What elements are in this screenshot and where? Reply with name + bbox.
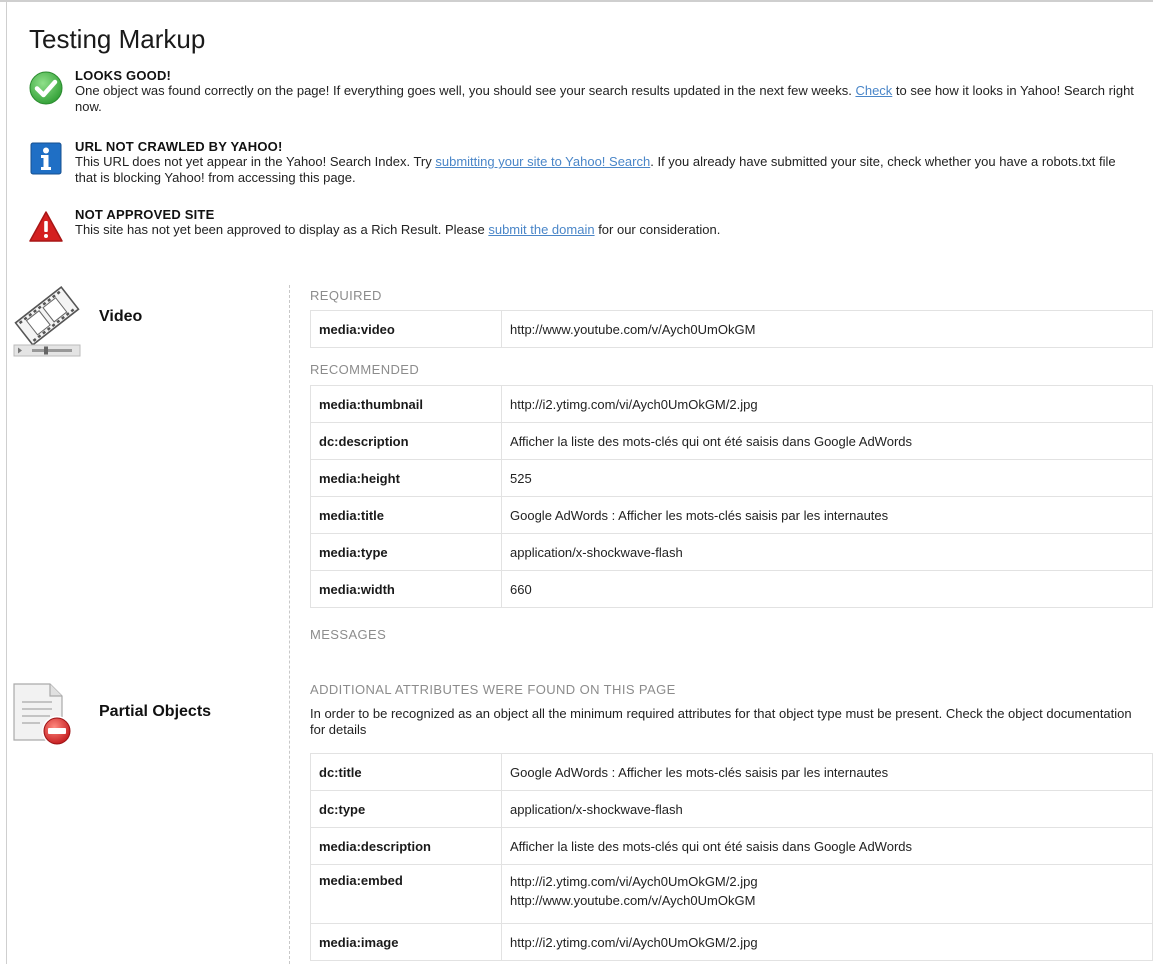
recommended-attributes-table: media:thumbnail http://i2.ytimg.com/vi/A… [310, 385, 1153, 608]
notice-message: This URL does not yet appear in the Yaho… [75, 154, 1116, 185]
info-icon [28, 141, 66, 179]
notice-url-not-crawled: URL NOT CRAWLED BY YAHOO! This URL does … [28, 139, 1138, 185]
attribute-value: 660 [501, 570, 1153, 608]
top-border [0, 0, 1153, 2]
table-row: media:description Afficher la liste des … [310, 827, 1153, 865]
attribute-key: media:embed [310, 864, 502, 924]
table-row: dc:type application/x-shockwave-flash [310, 790, 1153, 828]
heading-recommended: RECOMMENDED [310, 362, 420, 377]
attribute-key: media:image [310, 923, 502, 961]
table-row: media:height 525 [310, 459, 1153, 497]
warning-icon [28, 209, 66, 247]
check-icon [28, 70, 66, 108]
partial-objects-description: In order to be recognized as an object a… [310, 706, 1132, 737]
submit-domain-link[interactable]: submit the domain [488, 222, 594, 237]
notice-title: URL NOT CRAWLED BY YAHOO! [75, 139, 283, 154]
attribute-value: http://i2.ytimg.com/vi/Aych0UmOkGM/2.jpg [501, 923, 1153, 961]
table-row: media:type application/x-shockwave-flash [310, 533, 1153, 571]
left-border [6, 2, 7, 964]
attribute-value: Afficher la liste des mots-clés qui ont … [501, 422, 1153, 460]
attribute-value: Google AdWords : Afficher les mots-clés … [501, 496, 1153, 534]
submit-site-link[interactable]: submitting your site to Yahoo! Search [435, 154, 650, 169]
film-icon [12, 284, 82, 365]
table-row: media:width 660 [310, 570, 1153, 608]
section-divider [289, 285, 290, 964]
heading-messages: MESSAGES [310, 627, 387, 642]
table-row: dc:description Afficher la liste des mot… [310, 422, 1153, 460]
required-attributes-table: media:video http://www.youtube.com/v/Ayc… [310, 310, 1153, 348]
notice-message: This site has not yet been approved to d… [75, 222, 721, 237]
notice-not-approved: NOT APPROVED SITE This site has not yet … [28, 207, 1138, 247]
attribute-key: media:video [310, 310, 502, 348]
table-row: media:title Google AdWords : Afficher le… [310, 496, 1153, 534]
attribute-value: application/x-shockwave-flash [501, 533, 1153, 571]
heading-additional-attributes: ADDITIONAL ATTRIBUTES WERE FOUND ON THIS… [310, 682, 676, 697]
attribute-value-line: http://www.youtube.com/v/Aych0UmOkGM [510, 893, 756, 908]
attribute-key: dc:title [310, 753, 502, 791]
attribute-value: 525 [501, 459, 1153, 497]
attribute-value: http://www.youtube.com/v/Aych0UmOkGM [501, 310, 1153, 348]
notice-title: NOT APPROVED SITE [75, 207, 215, 222]
table-row: media:thumbnail http://i2.ytimg.com/vi/A… [310, 385, 1153, 423]
table-row: media:video http://www.youtube.com/v/Ayc… [310, 310, 1153, 348]
check-link[interactable]: Check [855, 83, 892, 98]
attribute-value: application/x-shockwave-flash [501, 790, 1153, 828]
heading-required: REQUIRED [310, 288, 382, 303]
table-row: dc:title Google AdWords : Afficher les m… [310, 753, 1153, 791]
attribute-key: dc:type [310, 790, 502, 828]
attribute-key: media:height [310, 459, 502, 497]
attribute-key: media:thumbnail [310, 385, 502, 423]
section-label-partial-objects: Partial Objects [99, 703, 212, 720]
document-blocked-icon [10, 680, 76, 755]
section-label-video: Video [99, 308, 143, 325]
partial-attributes-table: dc:title Google AdWords : Afficher les m… [310, 753, 1153, 961]
table-row: media:image http://i2.ytimg.com/vi/Aych0… [310, 923, 1153, 961]
attribute-value-line: http://i2.ytimg.com/vi/Aych0UmOkGM/2.jpg [510, 874, 758, 889]
attribute-value: http://i2.ytimg.com/vi/Aych0UmOkGM/2.jpg [501, 385, 1153, 423]
attribute-value: Afficher la liste des mots-clés qui ont … [501, 827, 1153, 865]
attribute-key: media:type [310, 533, 502, 571]
notice-message: One object was found correctly on the pa… [75, 83, 1134, 114]
attribute-value: http://i2.ytimg.com/vi/Aych0UmOkGM/2.jpg… [501, 864, 1153, 924]
attribute-key: media:description [310, 827, 502, 865]
attribute-value: Google AdWords : Afficher les mots-clés … [501, 753, 1153, 791]
table-row: media:embed http://i2.ytimg.com/vi/Aych0… [310, 864, 1153, 924]
attribute-key: dc:description [310, 422, 502, 460]
page-title: Testing Markup [29, 24, 206, 54]
notice-looks-good: LOOKS GOOD! One object was found correct… [28, 68, 1138, 114]
notice-title: LOOKS GOOD! [75, 68, 172, 83]
attribute-key: media:width [310, 570, 502, 608]
attribute-key: media:title [310, 496, 502, 534]
